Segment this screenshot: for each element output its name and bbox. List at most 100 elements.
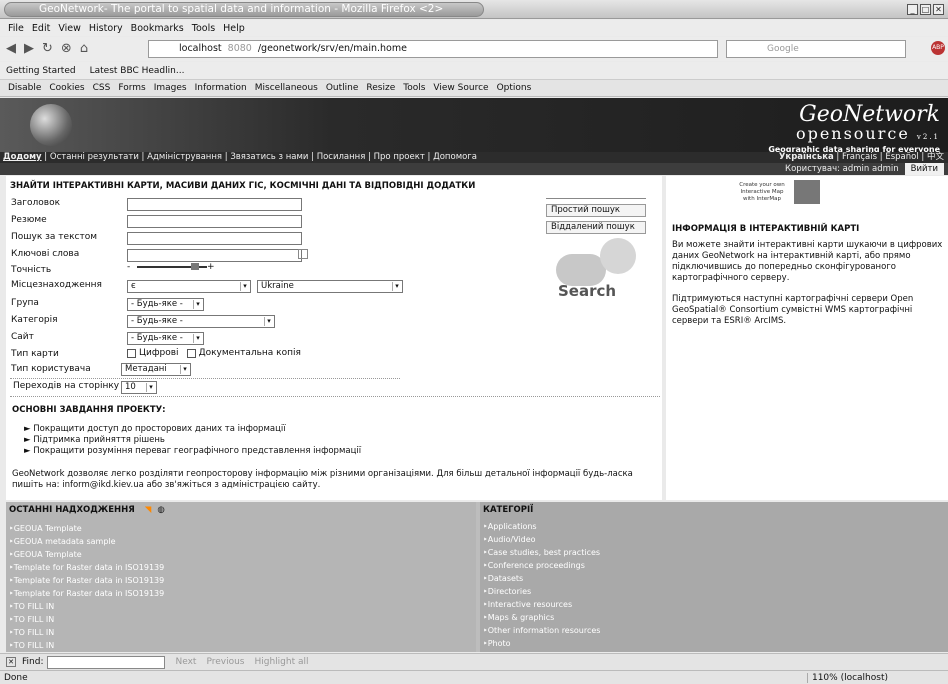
hardcopy-checkbox[interactable] — [186, 348, 196, 358]
per-page-value: 10 — [125, 382, 136, 392]
find-previous-button[interactable]: Previous — [206, 657, 244, 667]
recent-item[interactable]: ‣GEOUA Template — [9, 548, 164, 561]
webdev-disable[interactable]: Disable — [8, 83, 41, 93]
recent-item[interactable]: ‣GEOUA metadata sample — [9, 535, 164, 548]
keywords-input[interactable] — [127, 249, 302, 262]
category-select[interactable]: - Будь-яке - ▾ — [127, 315, 275, 328]
category-item[interactable]: ‣Conference proceedings — [483, 559, 600, 572]
nav-contact[interactable]: Звязатись з нами — [230, 152, 308, 163]
menu-bookmarks[interactable]: Bookmarks — [131, 23, 184, 34]
recent-item[interactable]: ‣Template for Raster data in ISO19139 — [9, 561, 164, 574]
map-thumbnail-icon[interactable] — [794, 180, 820, 204]
nav-links[interactable]: Посилання — [317, 152, 366, 163]
country-select[interactable]: Ukraine ▾ — [257, 280, 403, 293]
webdev-css[interactable]: CSS — [93, 83, 111, 93]
category-item[interactable]: ‣Datasets — [483, 572, 600, 585]
site-select[interactable]: - Будь-яке - ▾ — [127, 332, 204, 345]
webdev-outline[interactable]: Outline — [326, 83, 359, 93]
lang-chinese[interactable]: 中文 — [927, 152, 944, 163]
adblock-icon[interactable]: ABP — [931, 41, 945, 55]
group-select[interactable]: - Будь-яке - ▾ — [127, 298, 204, 311]
nav-admin[interactable]: Адміністрування — [147, 152, 222, 163]
menu-history[interactable]: History — [89, 23, 123, 34]
webdev-resize[interactable]: Resize — [366, 83, 395, 93]
highlight-all-button[interactable]: Highlight all — [255, 657, 309, 667]
find-next-button[interactable]: Next — [175, 657, 196, 667]
category-item[interactable]: ‣Photo — [483, 637, 600, 650]
lang-ukrainian[interactable]: Українська — [779, 152, 834, 163]
webdev-cookies[interactable]: Cookies — [49, 83, 84, 93]
close-find-icon[interactable]: ✕ — [6, 657, 16, 667]
category-item[interactable]: ‣Directories — [483, 585, 600, 598]
category-item[interactable]: ‣Other information resources — [483, 624, 600, 637]
webdev-view-source[interactable]: View Source — [433, 83, 488, 93]
title-input[interactable] — [127, 198, 302, 211]
recent-item[interactable]: ‣Template for Raster data in ISO19139 — [9, 587, 164, 600]
user-type-select[interactable]: Метадані ▾ — [121, 363, 191, 376]
category-item[interactable]: ‣Interactive resources — [483, 598, 600, 611]
digital-checkbox[interactable] — [127, 348, 136, 358]
abstract-input[interactable] — [127, 215, 302, 228]
search-engine-box[interactable]: Google — [726, 40, 906, 58]
globe-icon[interactable]: ◍ — [157, 505, 164, 515]
webdev-information[interactable]: Information — [195, 83, 247, 93]
country-value: Ukraine — [261, 281, 294, 291]
maximize-icon[interactable]: □ — [920, 4, 931, 15]
stop-icon[interactable]: ⊗ — [61, 41, 72, 56]
nav-help[interactable]: Допомога — [433, 152, 477, 163]
minimize-icon[interactable]: _ — [907, 4, 918, 15]
lang-french[interactable]: Français — [842, 152, 877, 163]
nav-home[interactable]: Додому — [3, 152, 42, 163]
webdev-options[interactable]: Options — [497, 83, 532, 93]
webdev-misc[interactable]: Miscellaneous — [255, 83, 318, 93]
menu-view[interactable]: View — [58, 23, 81, 34]
bookmark-bbc[interactable]: Latest BBC Headlin... — [90, 66, 185, 76]
intermap-promo[interactable]: Create your own Interactive Map with Int… — [732, 182, 792, 203]
nav-about[interactable]: Про проект — [374, 152, 425, 163]
zoom-indicator[interactable]: 110% (localhost) — [806, 672, 888, 683]
precision-minus[interactable]: - — [127, 262, 130, 272]
logout-button[interactable]: Вийти — [904, 163, 944, 175]
recent-item[interactable]: ‣GEOUA Template — [9, 522, 164, 535]
forward-icon[interactable]: ▶ — [24, 41, 34, 56]
recent-item-label: TO FILL IN — [13, 615, 55, 624]
category-item[interactable]: ‣Audio/Video — [483, 533, 600, 546]
recent-item[interactable]: ‣Template for Raster data in ISO19139 — [9, 574, 164, 587]
keywords-picker-icon[interactable] — [298, 249, 308, 259]
recent-item[interactable]: ‣TO FILL IN — [9, 613, 164, 626]
webdev-tools[interactable]: Tools — [403, 83, 425, 93]
search-button[interactable]: Search — [558, 282, 616, 300]
category-item[interactable]: ‣Applications — [483, 520, 600, 533]
precision-slider-handle[interactable] — [191, 263, 199, 270]
category-item[interactable]: ‣Case studies, best practices — [483, 546, 600, 559]
bookmark-getting-started[interactable]: Getting Started — [6, 66, 76, 76]
close-icon[interactable]: ✕ — [933, 4, 944, 15]
recent-heading: ОСТАННІ НАДХОДЖЕННЯ — [9, 505, 135, 515]
home-icon[interactable]: ⌂ — [80, 41, 88, 56]
lang-spanish[interactable]: Español — [885, 152, 918, 163]
per-page-select[interactable]: 10 ▾ — [121, 381, 157, 394]
find-input[interactable] — [47, 655, 166, 669]
advanced-search-button[interactable]: Віддалений пошук — [546, 221, 646, 234]
rss-icon[interactable]: ◥ — [145, 505, 152, 515]
category-item[interactable]: ‣Maps & graphics — [483, 611, 600, 624]
category-label: Interactive resources — [487, 600, 573, 609]
url-host: localhost — [179, 43, 222, 54]
recent-item[interactable]: ‣TO FILL IN — [9, 626, 164, 639]
location-select[interactable]: є ▾ — [127, 280, 251, 293]
menu-help[interactable]: Help — [223, 23, 245, 34]
fulltext-input[interactable] — [127, 232, 302, 245]
menu-edit[interactable]: Edit — [32, 23, 50, 34]
menu-file[interactable]: File — [8, 23, 24, 34]
webdev-images[interactable]: Images — [154, 83, 187, 93]
nav-recent[interactable]: Останні результати — [50, 152, 139, 163]
url-bar[interactable]: localhost 8080/geonetwork/srv/en/main.hom… — [148, 40, 718, 58]
simple-search-button[interactable]: Простий пошук — [546, 204, 646, 217]
reload-icon[interactable]: ↻ — [42, 41, 53, 56]
webdev-forms[interactable]: Forms — [118, 83, 145, 93]
back-icon[interactable]: ◀ — [6, 41, 16, 56]
menu-tools[interactable]: Tools — [192, 23, 215, 34]
precision-plus[interactable]: + — [207, 262, 215, 272]
recent-item[interactable]: ‣TO FILL IN — [9, 639, 164, 652]
recent-item[interactable]: ‣TO FILL IN — [9, 600, 164, 613]
